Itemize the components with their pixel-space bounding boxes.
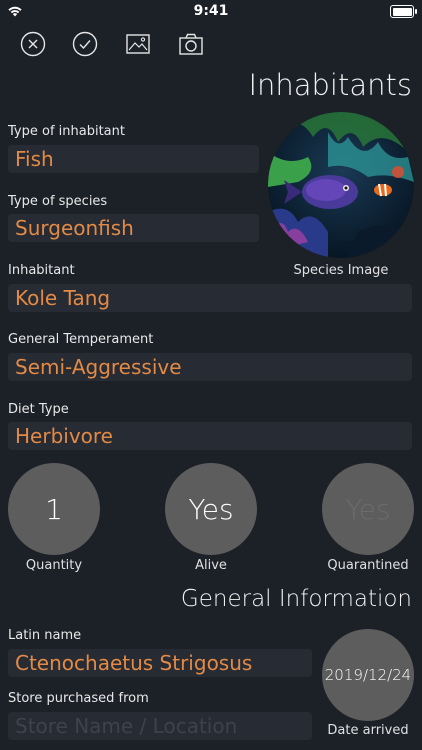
species-image[interactable] [268,112,414,258]
inhabitant-field[interactable]: Kole Tang [8,284,412,312]
alive-toggle[interactable]: Yes [165,463,257,555]
alive-caption: Alive [195,558,227,573]
page-title: Inhabitants [248,68,412,102]
close-icon[interactable] [20,31,46,57]
store-label: Store purchased from [8,691,149,706]
latin-name-label: Latin name [8,628,82,643]
latin-name-field[interactable]: Ctenochaetus Strigosus [8,649,312,677]
inhabitant-label: Inhabitant [8,263,75,278]
diet-field[interactable]: Herbivore [8,422,412,450]
battery-icon [390,5,417,18]
general-info-title: General Information [180,586,412,612]
status-bar: 9:41 [0,0,422,22]
fish-photo [268,112,414,258]
date-arrived-caption: Date arrived [327,723,409,738]
store-field[interactable]: Store Name / Location [8,712,312,740]
quantity-caption: Quantity [25,558,83,573]
temperament-label: General Temperament [8,332,154,347]
temperament-field[interactable]: Semi-Aggressive [8,353,412,381]
check-icon[interactable] [72,31,98,57]
species-image-caption: Species Image [293,263,389,278]
date-arrived-circle[interactable]: 2019/12/24 [322,629,414,721]
inhabitant-type-label: Type of inhabitant [8,124,125,139]
diet-label: Diet Type [8,402,69,417]
image-icon[interactable] [125,31,151,57]
camera-icon[interactable] [178,31,204,57]
species-type-field[interactable]: Surgeonfish [8,214,259,242]
quarantined-toggle[interactable]: Yes [322,463,414,555]
status-time: 9:41 [193,3,229,19]
inhabitant-type-field[interactable]: Fish [8,145,259,173]
quantity-circle[interactable]: 1 [8,463,100,555]
quarantined-caption: Quarantined [327,558,409,573]
species-type-label: Type of species [8,194,108,209]
